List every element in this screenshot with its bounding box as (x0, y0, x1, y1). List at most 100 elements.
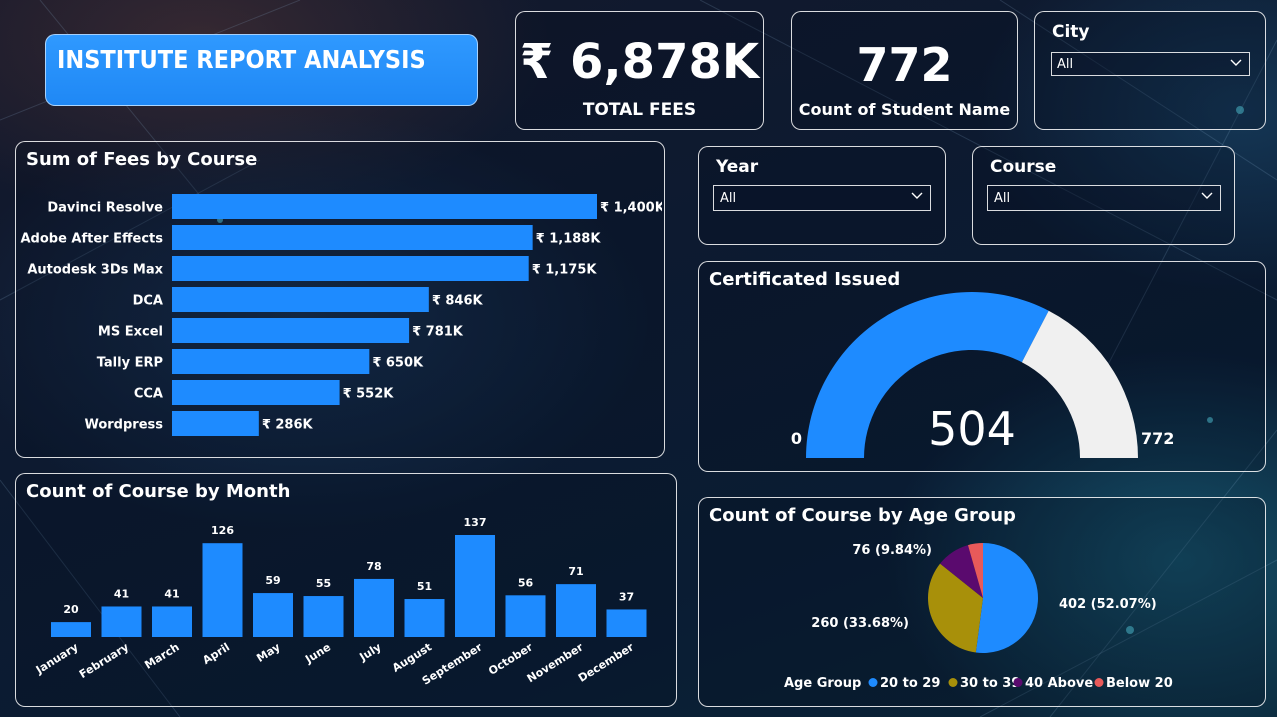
bar[interactable] (152, 606, 192, 637)
bar[interactable] (354, 578, 394, 637)
month-tick-label: July (356, 641, 383, 665)
data-label: 126 (211, 524, 234, 537)
fees-by-course-title: Sum of Fees by Course (26, 149, 258, 170)
city-dropdown[interactable]: All (1051, 52, 1250, 76)
data-label: ₹ 286K (262, 418, 314, 433)
course-dropdown[interactable]: All (987, 185, 1221, 211)
chevron-down-icon (1201, 192, 1213, 199)
student-count-card: 772 Count of Student Name (791, 11, 1018, 130)
course-dropdown-value: All (994, 191, 1011, 206)
data-label: ₹ 1,175K (532, 263, 598, 278)
age-group-card: Count of Course by Age Group 402 (52.07%… (698, 497, 1266, 707)
bar[interactable] (172, 256, 529, 281)
chevron-down-icon (911, 192, 923, 199)
fees-by-course-chart: Davinci Resolve ₹ 1,400K Adobe After Effec… (20, 194, 662, 436)
pie-slice[interactable] (975, 543, 1038, 653)
fees-by-course-card: Sum of Fees by Course Davinci Resolve ₹ 1… (15, 141, 665, 458)
student-count-value: 772 (856, 38, 953, 92)
month-tick-label: November (525, 640, 586, 685)
total-fees-card: ₹ 6,878K TOTAL FEES (515, 11, 764, 130)
month-tick-label: August (390, 641, 434, 675)
category-label: CCA (134, 387, 163, 402)
data-label: 55 (316, 577, 331, 590)
course-by-month-card: Count of Course by Month 20 January 41 Febr… (15, 473, 677, 707)
pie-data-label: 260 (33.68%) (811, 616, 909, 631)
data-label: 56 (518, 576, 534, 589)
data-label: ₹ 1,400K (600, 201, 662, 216)
city-dropdown-value: All (1057, 57, 1074, 72)
data-label: 51 (417, 580, 432, 593)
bar[interactable] (172, 287, 429, 312)
legend-marker (1094, 678, 1104, 687)
legend-item-label[interactable]: 20 to 29 (880, 676, 940, 691)
legend-item-label[interactable]: 30 to 39 (960, 676, 1020, 691)
data-label: 137 (464, 516, 487, 529)
category-label: Tally ERP (97, 356, 163, 371)
data-label: ₹ 1,188K (536, 232, 602, 247)
bar[interactable] (172, 380, 340, 405)
month-tick-label: March (142, 641, 181, 672)
category-label: DCA (133, 294, 163, 309)
bar[interactable] (556, 584, 596, 637)
legend-marker (868, 678, 878, 687)
year-dropdown[interactable]: All (713, 185, 931, 211)
course-slicer-label: Course (990, 157, 1057, 177)
bar[interactable] (202, 543, 243, 637)
data-label: ₹ 552K (343, 387, 395, 402)
data-label: ₹ 846K (432, 294, 484, 309)
bar[interactable] (51, 622, 91, 637)
gauge-max-label: 772 (1141, 429, 1174, 448)
data-label: 71 (568, 565, 583, 578)
total-fees-label: TOTAL FEES (582, 100, 697, 120)
legend-item-label[interactable]: Below 20 (1106, 676, 1173, 691)
gauge-track-arc[interactable] (1021, 310, 1138, 458)
student-count-label: Count of Student Name (798, 100, 1011, 119)
data-label: 41 (164, 587, 179, 600)
total-fees-value: ₹ 6,878K (519, 34, 760, 90)
bar[interactable] (606, 609, 647, 637)
city-slicer-label: City (1052, 22, 1090, 42)
category-label: Wordpress (84, 418, 163, 433)
report-title: INSTITUTE REPORT ANALYSIS (57, 45, 426, 74)
legend-marker (948, 678, 958, 687)
category-label: Davinci Resolve (47, 201, 163, 216)
certificates-card: Certificated Issued 504 0 772 (698, 261, 1266, 472)
category-label: Adobe After Effects (20, 232, 163, 247)
legend-title: Age Group (784, 676, 861, 691)
bar[interactable] (172, 349, 370, 374)
course-slicer: Course All (972, 146, 1235, 245)
pie-data-label: 402 (52.07%) (1059, 597, 1157, 612)
city-slicer: City All (1034, 11, 1266, 130)
data-label: 78 (366, 560, 381, 573)
legend-item-label[interactable]: 40 Above (1025, 676, 1093, 691)
report-title-banner: INSTITUTE REPORT ANALYSIS (45, 34, 478, 106)
legend-marker (1013, 678, 1023, 687)
bar[interactable] (505, 595, 546, 637)
data-label: ₹ 650K (372, 356, 424, 371)
data-label: 20 (63, 603, 79, 616)
bar[interactable] (404, 599, 445, 637)
year-slicer-label: Year (716, 157, 759, 177)
month-tick-label: January (33, 641, 81, 678)
month-tick-label: May (254, 641, 282, 665)
month-tick-label: February (77, 641, 131, 682)
bar[interactable] (172, 194, 597, 219)
month-tick-label: April (200, 641, 232, 668)
bar[interactable] (172, 411, 259, 436)
bar[interactable] (253, 593, 293, 637)
pie-data-label: 76 (9.84%) (852, 543, 932, 558)
month-tick-label: June (302, 641, 333, 667)
bar[interactable] (455, 535, 495, 637)
bar[interactable] (303, 596, 344, 637)
data-label: 59 (265, 574, 280, 587)
data-label: ₹ 781K (412, 325, 464, 340)
bar[interactable] (101, 606, 142, 637)
bar[interactable] (172, 225, 533, 250)
category-label: Autodesk 3Ds Max (27, 263, 163, 278)
age-group-pie-chart: 402 (52.07%) 260 (33.68%) 76 (9.84%) Age Gr… (784, 543, 1173, 691)
chevron-down-icon (1230, 59, 1242, 66)
gauge-min-label: 0 (791, 429, 802, 448)
year-dropdown-value: All (720, 191, 737, 206)
data-label: 37 (619, 590, 634, 603)
bar[interactable] (172, 318, 410, 343)
